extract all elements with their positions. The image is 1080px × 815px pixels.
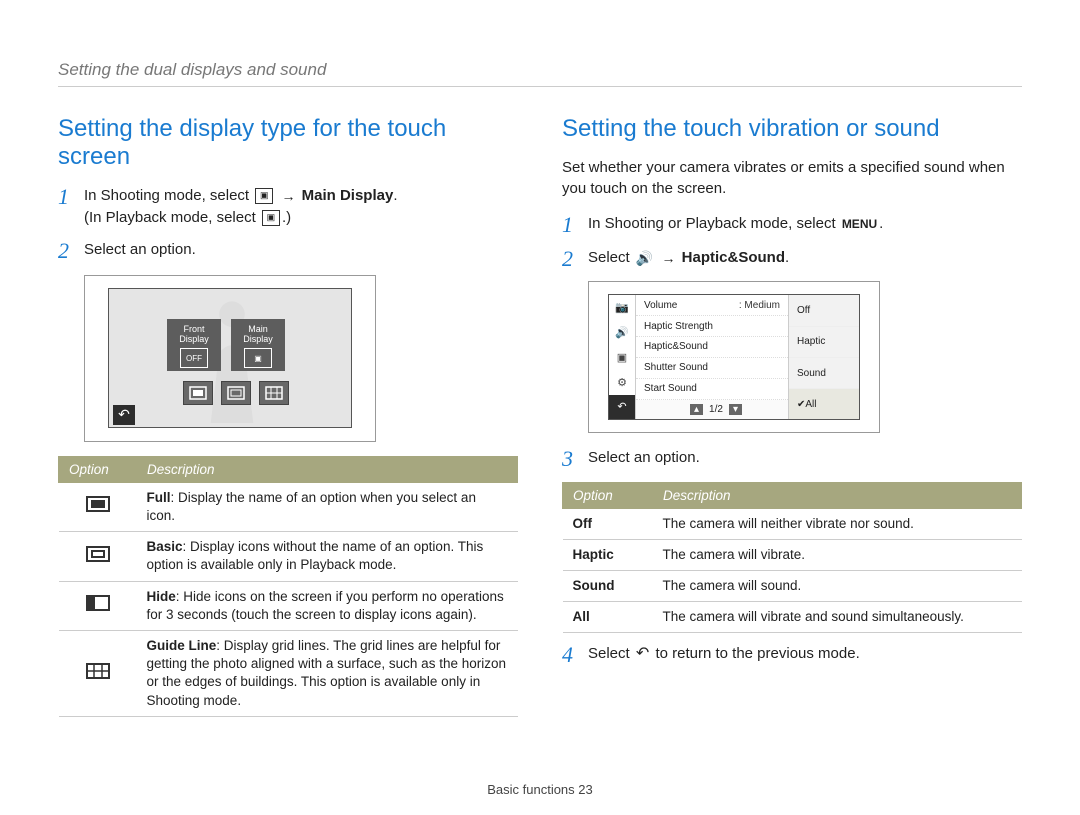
page-indicator: 1/2 [709,404,723,415]
option-all[interactable]: ✔ All [789,389,859,419]
table-row: SoundThe camera will sound. [563,571,1022,602]
menu-pager: ▴ 1/2 ▾ [636,400,788,420]
main-display-card[interactable]: Main Display ▣ [231,319,285,371]
menu-icon: MENU [842,218,877,230]
arrow-icon: → [661,252,675,264]
sound-tab-icon[interactable]: 🔊 [609,320,635,345]
table-header-description: Description [137,456,518,482]
back-icon: ↶ [636,648,649,660]
page-up-icon[interactable]: ▴ [690,404,703,415]
display-options-table: Option Description Full: Display the nam… [58,456,518,717]
settings-tab-icon[interactable]: ⚙ [609,370,635,395]
table-header-option: Option [563,482,653,508]
screenshot-haptic-sound: 📷 🔊 ▣ ⚙ ↶ Volume: Medium Haptic Strength… [588,281,880,433]
display-icon: ▣ [255,188,273,204]
menu-item-shutter-sound[interactable]: Shutter Sound [636,358,788,379]
breadcrumb: Setting the dual displays and sound [58,60,1022,80]
right-step-3: 3 Select an option. [562,447,1022,471]
right-step-2: 2 Select 🔊 → Haptic&Sound. [562,247,1022,271]
left-step-1: 1 In Shooting mode, select ▣ → Main Disp… [58,185,518,229]
display-tab-icon[interactable]: ▣ [609,345,635,370]
back-button[interactable]: ↶ [113,405,135,425]
right-column: Setting the touch vibration or sound Set… [562,115,1022,727]
columns: Setting the display type for the touch s… [58,115,1022,727]
horizontal-rule [58,86,1022,87]
menu-tab-rail: 📷 🔊 ▣ ⚙ ↶ [609,295,636,419]
camera-screen: 📷 🔊 ▣ ⚙ ↶ Volume: Medium Haptic Strength… [608,294,860,420]
basic-mode-button[interactable] [221,381,251,405]
screenshot-display-type: Front Display OFF Main Display ▣ [84,275,376,442]
right-step-4: 4 Select ↶ to return to the previous mod… [562,643,1022,667]
guideline-icon [85,661,111,681]
front-display-card[interactable]: Front Display OFF [167,319,221,371]
left-step-2: 2 Select an option. [58,239,518,263]
table-row: Full: Display the name of an option when… [59,482,518,531]
left-heading: Setting the display type for the touch s… [58,115,518,171]
off-badge: OFF [180,348,208,368]
table-row: HapticThe camera will vibrate. [563,539,1022,570]
left-column: Setting the display type for the touch s… [58,115,518,727]
option-off[interactable]: Off [789,295,859,326]
haptic-options-table: Option Description OffThe camera will ne… [562,482,1022,634]
step-number: 3 [562,447,588,471]
menu-item-volume[interactable]: Volume: Medium [636,295,788,316]
step-number: 2 [562,247,588,271]
table-header-description: Description [653,482,1022,508]
step-body: In Shooting mode, select ▣ → Main Displa… [84,185,518,229]
right-heading: Setting the touch vibration or sound [562,115,1022,143]
step-number: 2 [58,239,84,263]
intro-text: Set whether your camera vibrates or emit… [562,157,1022,199]
table-row: Basic: Display icons without the name of… [59,532,518,581]
full-icon [85,494,111,514]
table-row: AllThe camera will vibrate and sound sim… [563,602,1022,633]
check-icon: ✔ [797,399,805,410]
basic-icon [85,544,111,564]
step-number: 4 [562,643,588,667]
display-icon: ▣ [262,210,280,226]
option-popup: Off Haptic Sound ✔ All [788,295,859,419]
menu-list: Volume: Medium Haptic Strength Haptic&So… [636,295,788,419]
back-button[interactable]: ↶ [609,395,635,420]
arrow-icon: → [281,190,295,202]
table-header-option: Option [59,456,137,482]
menu-item-haptic-strength[interactable]: Haptic Strength [636,316,788,337]
menu-item-haptic-sound[interactable]: Haptic&Sound [636,337,788,358]
grid-mode-button[interactable] [259,381,289,405]
hide-icon [85,593,111,613]
right-step-1: 1 In Shooting or Playback mode, select M… [562,213,1022,237]
option-haptic[interactable]: Haptic [789,327,859,358]
page: Setting the dual displays and sound Sett… [0,0,1080,815]
sound-icon: 🔊 [636,252,653,264]
step-number: 1 [562,213,588,237]
table-row: Guide Line: Display grid lines. The grid… [59,631,518,717]
option-sound[interactable]: Sound [789,358,859,389]
camera-screen: Front Display OFF Main Display ▣ [108,288,352,428]
menu-item-start-sound[interactable]: Start Sound [636,379,788,400]
full-mode-button[interactable] [183,381,213,405]
page-footer: Basic functions 23 [0,782,1080,797]
display-mode-icon: ▣ [244,348,272,368]
table-row: Hide: Hide icons on the screen if you pe… [59,581,518,630]
step-number: 1 [58,185,84,209]
table-row: OffThe camera will neither vibrate nor s… [563,508,1022,539]
page-down-icon[interactable]: ▾ [729,404,742,415]
camera-tab-icon[interactable]: 📷 [609,295,635,320]
